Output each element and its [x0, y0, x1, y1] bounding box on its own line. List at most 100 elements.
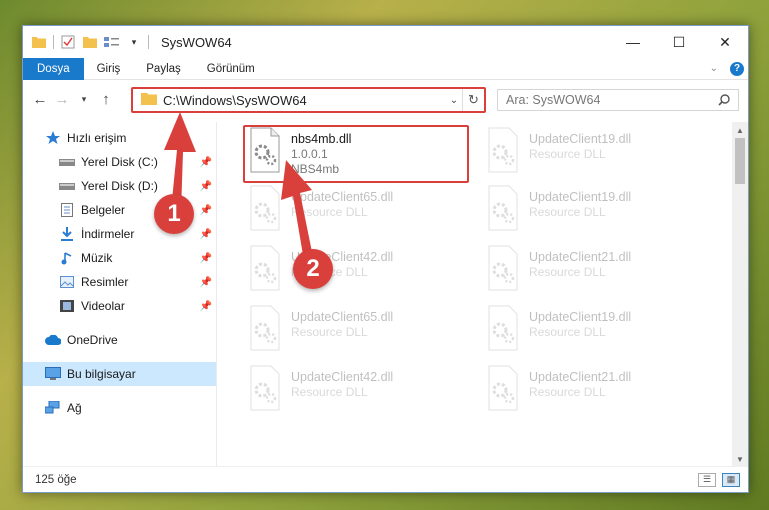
- sidebar-item-local-disk-c[interactable]: Yerel Disk (C:) 📌: [23, 150, 216, 174]
- file-item[interactable]: UpdateClient19.dll Resource DLL: [481, 126, 711, 180]
- file-name: UpdateClient19.dll: [529, 310, 632, 324]
- chevron-down-icon[interactable]: ⌄: [710, 63, 718, 74]
- navigation-pane: Hızlı erişim Yerel Disk (C:) 📌 Yerel Dis…: [23, 122, 217, 467]
- sidebar-item-this-pc[interactable]: Bu bilgisayar: [23, 362, 216, 386]
- dll-file-icon: [250, 245, 280, 291]
- folder-icon: [31, 34, 47, 50]
- sidebar-item-music[interactable]: Müzik 📌: [23, 246, 216, 270]
- sidebar-item-pictures[interactable]: Resimler 📌: [23, 270, 216, 294]
- file-name: UpdateClient21.dll: [529, 370, 632, 384]
- pin-icon[interactable]: 📌: [200, 301, 212, 312]
- status-bar: 125 öğe ☰ ▦: [23, 466, 748, 492]
- file-item[interactable]: UpdateClient42.dllResource DLL: [243, 364, 473, 418]
- file-description: Resource DLL: [291, 205, 368, 219]
- file-name: UpdateClient21.dll: [529, 250, 632, 264]
- dll-file-icon: [488, 245, 518, 291]
- file-item[interactable]: UpdateClient65.dll Resource DLL: [243, 184, 473, 238]
- pictures-icon: [59, 274, 75, 290]
- search-box[interactable]: Ara: SysWOW64: [497, 89, 739, 111]
- search-icon: [718, 94, 730, 106]
- file-item[interactable]: UpdateClient19.dll Resource DLL: [481, 184, 711, 238]
- dll-file-icon: [488, 185, 518, 231]
- pin-icon[interactable]: 📌: [200, 205, 212, 216]
- file-description: Resource DLL: [529, 325, 606, 339]
- scrollbar-thumb[interactable]: [735, 138, 745, 184]
- file-item[interactable]: UpdateClient42.dllResource DLL: [243, 244, 473, 298]
- annotation-badge-1: 1: [154, 194, 194, 234]
- file-item[interactable]: UpdateClient65.dll Resource DLL: [243, 304, 473, 358]
- drive-icon: [59, 154, 75, 170]
- recent-locations-dropdown-icon[interactable]: ▾: [73, 88, 95, 110]
- drive-icon: [59, 178, 75, 194]
- close-button[interactable]: ✕: [702, 26, 748, 58]
- documents-icon: [59, 202, 75, 218]
- tiles-view-icon[interactable]: ▦: [722, 472, 740, 487]
- separator: [148, 35, 149, 49]
- forward-arrow-icon[interactable]: →: [51, 88, 73, 110]
- scroll-up-icon[interactable]: ▲: [732, 122, 748, 138]
- sidebar-item-network[interactable]: Ağ: [23, 396, 216, 420]
- search-input[interactable]: Ara: SysWOW64: [506, 93, 718, 107]
- item-count: 125 öğe: [35, 473, 77, 486]
- file-name: UpdateClient19.dll: [529, 190, 632, 204]
- up-arrow-icon[interactable]: ↑: [95, 88, 117, 110]
- view-icon[interactable]: [104, 34, 120, 50]
- pin-icon[interactable]: 📌: [200, 229, 212, 240]
- sidebar-item-label: Ağ: [67, 401, 82, 415]
- pin-icon[interactable]: 📌: [200, 253, 212, 264]
- tab-file[interactable]: Dosya: [23, 57, 84, 80]
- sidebar-item-label: Müzik: [81, 251, 113, 265]
- help-icon[interactable]: ?: [730, 61, 744, 76]
- dll-file-icon: [488, 127, 518, 173]
- download-icon: [59, 226, 75, 242]
- address-bar[interactable]: C:\Windows\SysWOW64 ⌄ ↻: [131, 87, 486, 113]
- pin-icon[interactable]: 📌: [200, 157, 212, 168]
- explorer-window: ▾ SysWOW64 — ☐ ✕ Dosya Giriş Paylaş Görü…: [22, 25, 749, 493]
- sidebar-item-videos[interactable]: Videolar 📌: [23, 294, 216, 318]
- file-name: UpdateClient42.dll: [291, 370, 394, 384]
- file-item[interactable]: UpdateClient21.dll Resource DLL: [481, 364, 711, 418]
- separator: [53, 35, 54, 49]
- file-description: Resource DLL: [529, 147, 606, 161]
- scroll-down-icon[interactable]: ▼: [732, 451, 748, 467]
- address-dropdown-icon[interactable]: ⌄: [446, 95, 462, 106]
- sidebar-item-label: Resimler: [81, 275, 129, 289]
- sidebar-item-quick-access[interactable]: Hızlı erişim: [23, 126, 216, 150]
- maximize-button[interactable]: ☐: [656, 26, 702, 58]
- address-path[interactable]: C:\Windows\SysWOW64: [163, 93, 446, 108]
- refresh-icon[interactable]: ↻: [462, 89, 484, 111]
- quick-access-toolbar-dropdown-icon[interactable]: ▾: [126, 34, 142, 50]
- view-switcher: ☰ ▦: [698, 472, 748, 487]
- file-description: Resource DLL: [291, 325, 368, 339]
- dll-file-icon: [250, 305, 280, 351]
- file-item[interactable]: UpdateClient21.dll Resource DLL: [481, 244, 711, 298]
- sidebar-item-label: Bu bilgisayar: [67, 367, 136, 381]
- back-arrow-icon[interactable]: ←: [29, 88, 51, 110]
- network-icon: [45, 400, 61, 416]
- tab-share[interactable]: Paylaş: [133, 58, 194, 80]
- new-folder-icon[interactable]: [82, 34, 98, 50]
- properties-icon[interactable]: [60, 34, 76, 50]
- file-description: Resource DLL: [529, 205, 606, 219]
- dll-file-icon: [250, 185, 280, 231]
- details-view-icon[interactable]: ☰: [698, 472, 716, 487]
- file-item[interactable]: UpdateClient19.dll Resource DLL: [481, 304, 711, 358]
- dll-file-icon: [488, 305, 518, 351]
- tab-home[interactable]: Giriş: [84, 58, 134, 80]
- folder-icon: [141, 92, 157, 108]
- sidebar-item-local-disk-d[interactable]: Yerel Disk (D:) 📌: [23, 174, 216, 198]
- pin-icon[interactable]: 📌: [200, 181, 212, 192]
- pin-icon[interactable]: 📌: [200, 277, 212, 288]
- video-icon: [59, 298, 75, 314]
- sidebar-item-label: Yerel Disk (D:): [81, 179, 158, 193]
- file-name: UpdateClient65.dll: [291, 310, 394, 324]
- vertical-scrollbar[interactable]: ▲ ▼: [732, 122, 748, 467]
- sidebar-item-label: Belgeler: [81, 203, 126, 217]
- sidebar-item-onedrive[interactable]: OneDrive: [23, 328, 216, 352]
- title-bar: ▾ SysWOW64 — ☐ ✕: [23, 26, 748, 58]
- sidebar-item-label: Yerel Disk (C:): [81, 155, 158, 169]
- tab-view[interactable]: Görünüm: [194, 58, 268, 80]
- minimize-button[interactable]: —: [610, 26, 656, 58]
